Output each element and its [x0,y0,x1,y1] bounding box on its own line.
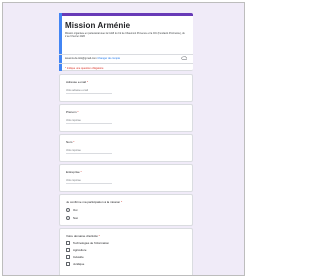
cloud-icon[interactable] [181,56,187,60]
required-note: * Indique une question obligatoire [65,67,104,70]
radio-button[interactable] [66,208,70,212]
radio-button[interactable] [66,216,70,220]
divider [59,63,193,64]
question-label-entreprise: Entreprise * [66,170,82,174]
switch-account-link[interactable]: Changer de compte [97,57,120,60]
checkbox[interactable] [66,262,70,266]
question-card-domaine: Votre domaine d'activité * Technologies … [59,228,193,275]
checkbox[interactable] [66,255,70,259]
question-card-entreprise: Entreprise * Votre réponse [59,164,193,192]
form-header-card: Mission Arménie Mission organisée en par… [59,13,193,71]
account-line: lesamis.de.lolo@gmail.com Changer de com… [65,57,120,60]
checkbox-option-it[interactable]: Technologies de l'information [66,241,109,245]
form-page: Mission Arménie Mission organisée en par… [2,2,245,276]
checkbox[interactable] [66,248,70,252]
radio-option-non[interactable]: Non [66,216,78,220]
question-label-prenom: Prénom * [66,110,79,114]
question-card-email: Adresse e-mail * Votre adresse e-mail [59,74,193,102]
question-label-domaine: Votre domaine d'activité * [66,234,100,238]
form-description: Mission organisée en partenariat avec la… [65,32,185,39]
checkbox[interactable] [66,241,70,245]
divider [59,54,193,55]
radio-option-oui[interactable]: Oui [66,208,77,212]
prenom-input[interactable]: Votre réponse [66,119,112,124]
question-label-email: Adresse e-mail * [66,80,89,84]
checkbox-option-agriculture[interactable]: Agriculture [66,248,86,252]
email-input[interactable]: Votre adresse e-mail [66,89,112,94]
question-card-participation: Je confirme ma participation à la missio… [59,194,193,226]
checkbox-option-industrie[interactable]: Industrie [66,255,84,259]
question-label-nom: Nom * [66,140,75,144]
nom-input[interactable]: Votre réponse [66,149,112,154]
entreprise-input[interactable]: Votre réponse [66,179,112,184]
form-title: Mission Arménie [65,21,131,30]
question-card-prenom: Prénom * Votre réponse [59,104,193,132]
checkbox-option-juridique[interactable]: Juridique [66,262,84,266]
question-card-nom: Nom * Votre réponse [59,134,193,162]
question-label-participation: Je confirme ma participation à la missio… [66,200,123,204]
account-email: lesamis.de.lolo@gmail.com [65,57,97,60]
